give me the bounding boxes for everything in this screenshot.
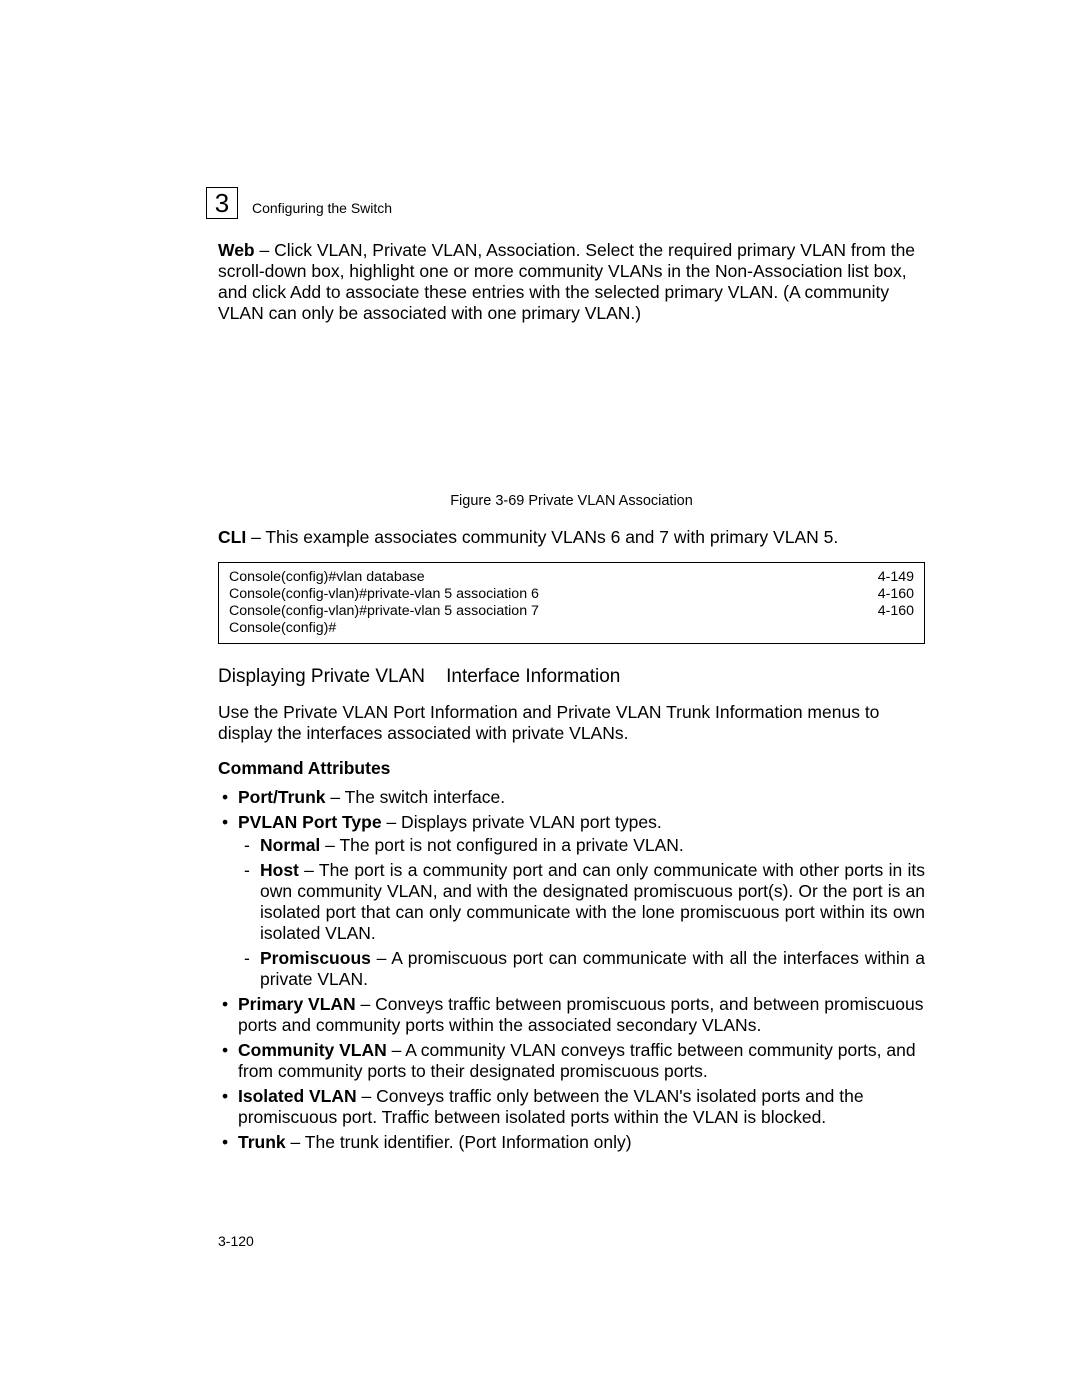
list-item: Promiscuous – A promiscuous port can com… <box>238 948 925 990</box>
web-paragraph-text: – Click VLAN, Private VLAN, Association.… <box>218 240 915 323</box>
cli-ref: 4-160 <box>878 586 914 603</box>
attr-text: – The switch interface. <box>326 787 506 807</box>
attr-port-trunk: Port/Trunk <box>238 787 326 807</box>
attr-trunk: Trunk <box>238 1132 286 1152</box>
cli-row: Console(config-vlan)#private-vlan 5 asso… <box>229 603 914 620</box>
subheading-part-b: Interface Information <box>446 666 620 687</box>
cli-cmd: Console(config-vlan)#private-vlan 5 asso… <box>229 603 539 620</box>
cli-cmd: Console(config)#vlan database <box>229 569 425 586</box>
cli-cmd: Console(config)# <box>229 620 336 637</box>
attr-community-vlan: Community VLAN <box>238 1040 387 1060</box>
list-item: Community VLAN – A community VLAN convey… <box>218 1040 925 1082</box>
cli-row: Console(config)# <box>229 620 914 637</box>
subheading-displaying: Displaying Private VLAN Interface Inform… <box>218 666 925 688</box>
cli-paragraph-text: – This example associates community VLAN… <box>246 527 838 547</box>
list-item: Port/Trunk – The switch interface. <box>218 787 925 808</box>
cli-ref: 4-149 <box>878 569 914 586</box>
page-number: 3-120 <box>218 1233 254 1249</box>
attr-isolated-vlan: Isolated VLAN <box>238 1086 357 1106</box>
attr-text: – The trunk identifier. (Port Informatio… <box>286 1132 632 1152</box>
figure-placeholder <box>218 338 925 493</box>
running-head: Configuring the Switch <box>252 200 392 216</box>
subheading-part-a: Displaying Private VLAN <box>218 666 425 687</box>
use-paragraph: Use the Private VLAN Port Information an… <box>218 702 925 744</box>
list-item: Host – The port is a community port and … <box>238 860 925 944</box>
attr-primary-vlan: Primary VLAN <box>238 994 356 1014</box>
attr-host: Host <box>260 860 299 880</box>
list-item: PVLAN Port Type – Displays private VLAN … <box>218 812 925 990</box>
figure-caption: Figure 3-69 Private VLAN Association <box>218 493 925 509</box>
list-item: Trunk – The trunk identifier. (Port Info… <box>218 1132 925 1153</box>
cli-ref: 4-160 <box>878 603 914 620</box>
cli-paragraph: CLI – This example associates community … <box>218 527 925 548</box>
attr-promiscuous: Promiscuous <box>260 948 371 968</box>
command-attributes-heading: Command Attributes <box>218 758 925 779</box>
cli-row: Console(config-vlan)#private-vlan 5 asso… <box>229 586 914 603</box>
attr-text: – The port is not configured in a privat… <box>320 835 684 855</box>
port-type-sublist: Normal – The port is not configured in a… <box>238 835 925 990</box>
attr-normal: Normal <box>260 835 320 855</box>
chapter-badge: 3 <box>206 187 238 219</box>
attr-text: – Displays private VLAN port types. <box>382 812 662 832</box>
list-item: Primary VLAN – Conveys traffic between p… <box>218 994 925 1036</box>
attr-text: – The port is a community port and can o… <box>260 860 925 943</box>
label-cli: CLI <box>218 527 246 547</box>
attributes-list: Port/Trunk – The switch interface. PVLAN… <box>218 787 925 1153</box>
cli-code-block: Console(config)#vlan database 4-149 Cons… <box>218 562 925 644</box>
page: 3 Configuring the Switch Web – Click VLA… <box>0 0 1080 1397</box>
attr-pvlan-port-type: PVLAN Port Type <box>238 812 382 832</box>
list-item: Normal – The port is not configured in a… <box>238 835 925 856</box>
cli-row: Console(config)#vlan database 4-149 <box>229 569 914 586</box>
cli-cmd: Console(config-vlan)#private-vlan 5 asso… <box>229 586 539 603</box>
list-item: Isolated VLAN – Conveys traffic only bet… <box>218 1086 925 1128</box>
web-paragraph: Web – Click VLAN, Private VLAN, Associat… <box>218 240 925 324</box>
label-web: Web <box>218 240 255 260</box>
